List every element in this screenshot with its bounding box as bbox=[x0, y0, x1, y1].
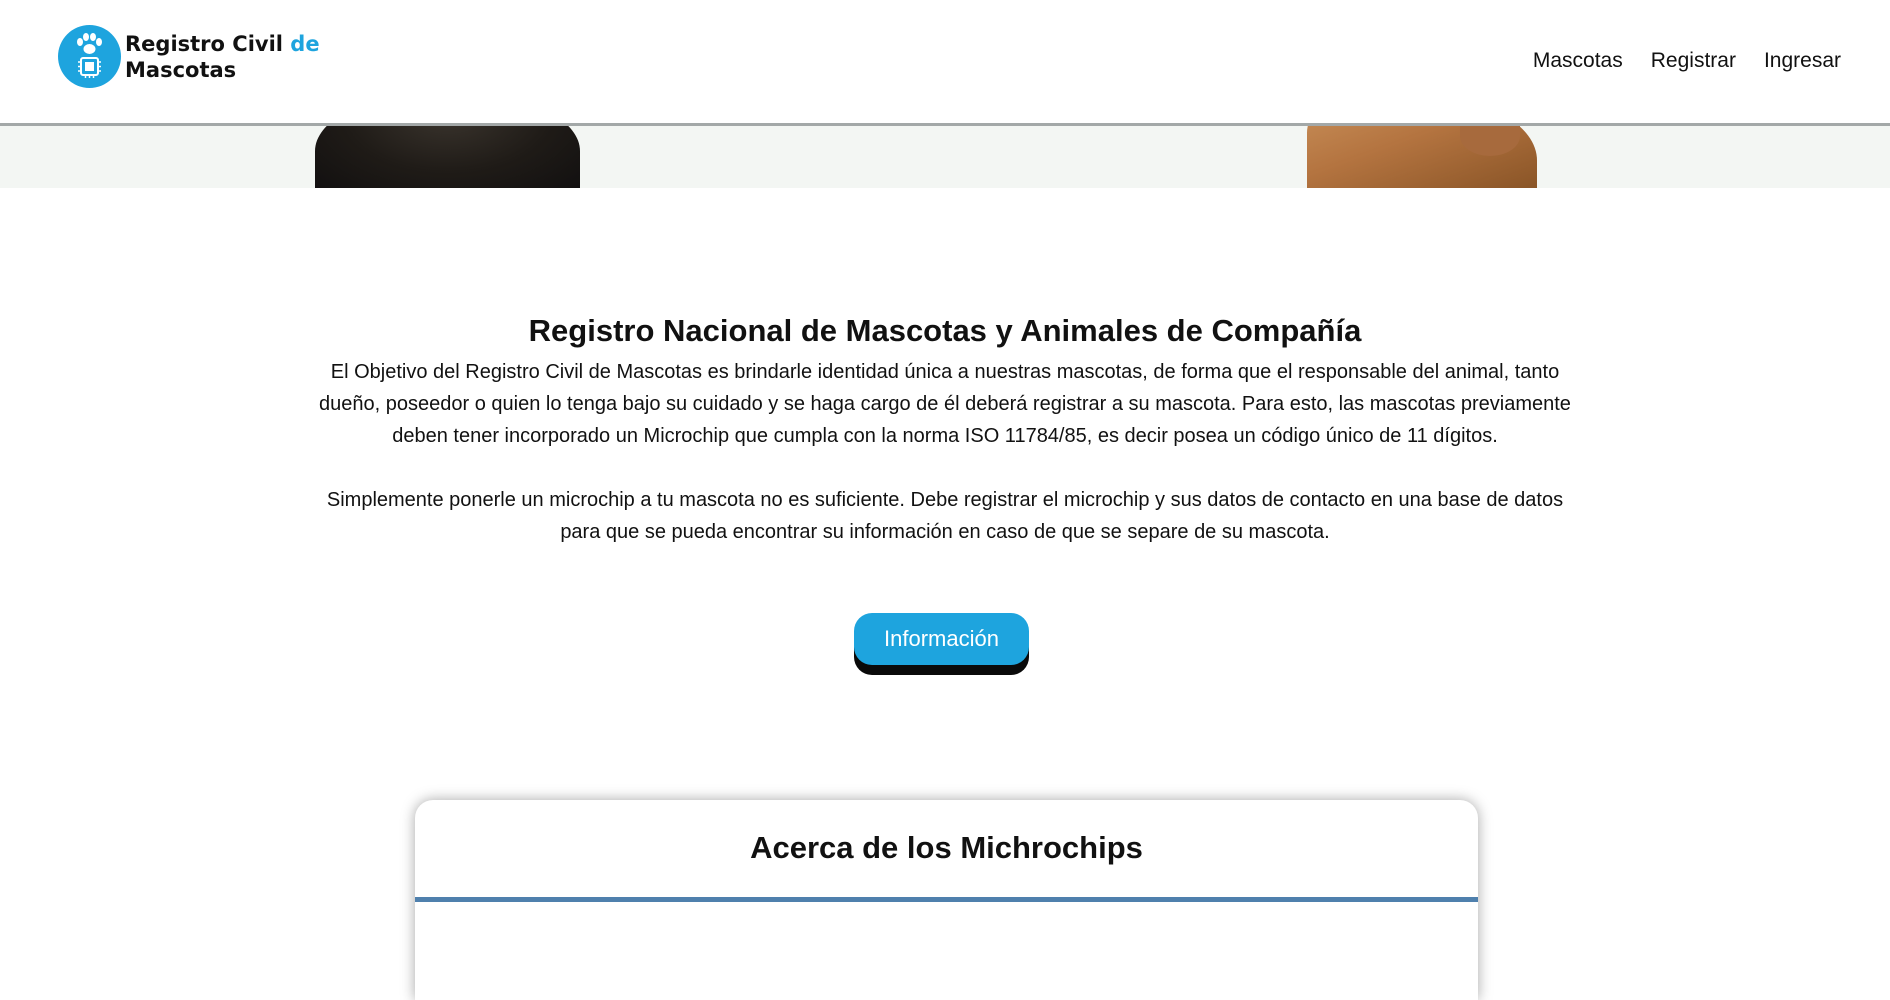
logo-accent: de bbox=[290, 31, 320, 56]
card-title: Acerca de los Michrochips bbox=[750, 830, 1143, 865]
main-nav: Mascotas Registrar Ingresar bbox=[1533, 49, 1841, 73]
logo-line2: Mascotas bbox=[125, 57, 237, 82]
paw-microchip-icon bbox=[58, 25, 121, 88]
hero-banner-image bbox=[0, 126, 1890, 188]
info-button-wrapper: Información bbox=[854, 613, 1029, 675]
site-logo-text: Registro Civil de Mascotas bbox=[125, 31, 320, 83]
page-title: Registro Nacional de Mascotas y Animales… bbox=[528, 313, 1362, 348]
site-logo[interactable]: Registro Civil de Mascotas bbox=[58, 25, 320, 88]
info-button[interactable]: Información bbox=[854, 613, 1029, 665]
site-header: Registro Civil de Mascotas Mascotas Regi… bbox=[0, 0, 1890, 126]
nav-link-mascotas[interactable]: Mascotas bbox=[1533, 49, 1623, 73]
nav-link-ingresar[interactable]: Ingresar bbox=[1764, 49, 1841, 73]
card-divider bbox=[415, 897, 1478, 902]
intro-paragraph: El Objetivo del Registro Civil de Mascot… bbox=[319, 361, 1571, 447]
microchips-card: Acerca de los Michrochips bbox=[415, 800, 1478, 1000]
logo-line1: Registro Civil bbox=[125, 31, 283, 56]
microchip-paragraph: Simplemente ponerle un microchip a tu ma… bbox=[326, 489, 1564, 543]
black-cat-image bbox=[315, 126, 580, 188]
nav-link-registrar[interactable]: Registrar bbox=[1651, 49, 1736, 73]
